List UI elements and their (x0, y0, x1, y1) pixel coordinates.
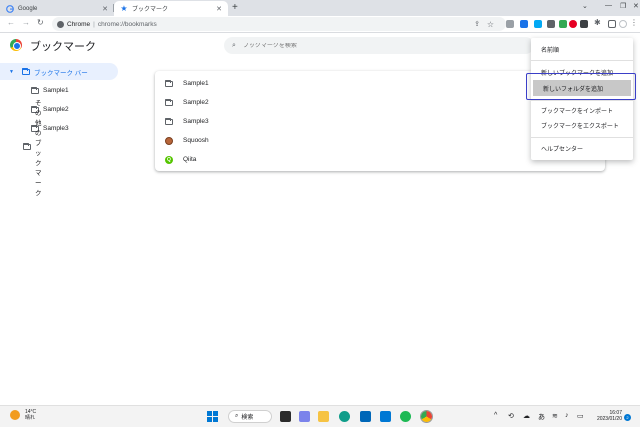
menu-divider (531, 137, 633, 138)
tab-title: Google (18, 5, 38, 12)
folder-icon (165, 79, 173, 87)
side-panel-icon[interactable] (608, 20, 616, 28)
sun-icon (10, 410, 20, 420)
wifi-icon[interactable]: ≋ (552, 412, 558, 420)
list-item-label: Sample1 (183, 80, 209, 87)
sync-icon[interactable]: ⟲ (508, 412, 514, 420)
menu-item-sort-by-name[interactable]: 名前順 (531, 41, 633, 57)
maximize-icon[interactable]: ❐ (620, 2, 626, 10)
search-input[interactable] (242, 42, 493, 49)
extension-icon[interactable] (506, 20, 514, 28)
star-icon: ★ (120, 4, 128, 13)
menu-divider (531, 100, 633, 101)
app-icon[interactable] (400, 411, 411, 422)
more-vert-icon[interactable]: ⋮ (630, 18, 638, 27)
list-item-label: Squoosh (183, 137, 209, 144)
share-icon[interactable]: ⇪ (474, 20, 480, 28)
store-icon[interactable] (360, 411, 371, 422)
folder-icon (165, 117, 173, 125)
chrome-site-icon (57, 20, 64, 28)
page-title: ブックマーク (30, 41, 96, 53)
url-text: chrome://bookmarks (97, 20, 157, 28)
list-item-label: Qiita (183, 156, 197, 163)
plus-icon[interactable]: + (232, 2, 238, 13)
sidebar-item-label: Sample1 (43, 87, 69, 94)
task-view-icon[interactable] (280, 411, 291, 422)
tab-bookmarks[interactable]: ★ ブックマーク ✕ (114, 1, 228, 16)
sidebar-item-label: Sample3 (43, 125, 69, 132)
pinterest-icon[interactable] (569, 20, 577, 28)
clock-date: 2023/01/20 (596, 416, 622, 422)
highlight-box (526, 73, 636, 100)
taskbar-search-label: 検索 (241, 415, 254, 421)
taskbar: 14°C 晴れ ⌕ 検索 ^ ⟲ ☁ あ ≋ ♪ ▭ 16:07 2023/01… (0, 405, 640, 427)
close-tab-icon[interactable]: ✕ (102, 5, 108, 13)
chevron-up-icon[interactable]: ^ (494, 412, 497, 419)
extension-icon[interactable] (534, 20, 542, 28)
extension-icon[interactable] (547, 20, 555, 28)
edge-icon[interactable] (339, 411, 350, 422)
chrome-logo-icon (10, 39, 22, 51)
address-separator: | (93, 20, 95, 28)
extension-icon[interactable] (580, 20, 588, 28)
reload-icon[interactable]: ↻ (37, 18, 44, 27)
clock[interactable]: 16:07 2023/01/20 (588, 410, 622, 422)
sidebar-item-label: その他のブックマーク (35, 99, 42, 197)
volume-icon[interactable]: ♪ (565, 412, 569, 419)
extension-icon[interactable] (559, 20, 567, 28)
avatar[interactable] (619, 20, 627, 28)
site-label: Chrome (67, 20, 91, 28)
folder-icon (23, 142, 31, 150)
tab-google[interactable]: Google ✕ (0, 1, 114, 16)
address-bar[interactable]: Chrome | chrome://bookmarks ⇪ ☆ (52, 17, 506, 31)
sidebar-item-bookmark-bar[interactable]: ▼ ブックマーク バー (0, 63, 118, 80)
menu-item-import[interactable]: ブックマークをインポート (531, 102, 633, 118)
chat-icon[interactable] (299, 411, 310, 422)
google-favicon-icon (6, 4, 14, 13)
close-window-icon[interactable]: ✕ (633, 2, 639, 10)
search-icon: ⌕ (235, 413, 239, 419)
chevron-down-icon[interactable]: ⌄ (582, 2, 588, 10)
puzzle-icon[interactable]: ✱ (594, 18, 602, 27)
cloud-icon[interactable]: ☁ (523, 412, 530, 420)
ime-icon[interactable]: あ (538, 412, 545, 422)
weather-condition: 晴れ (25, 415, 36, 421)
notification-badge[interactable]: 2 (624, 414, 631, 421)
taskbar-search-button[interactable]: ⌕ 検索 (228, 410, 272, 423)
forward-arrow-icon[interactable]: → (22, 18, 30, 27)
qiita-favicon-icon: Q (165, 155, 173, 164)
bookmark-star-icon[interactable]: ☆ (487, 20, 494, 29)
squoosh-favicon-icon (165, 136, 173, 145)
folder-icon (22, 67, 30, 75)
extension-icon[interactable] (520, 20, 528, 28)
sidebar-item-label: ブックマーク バー (34, 69, 88, 77)
search-box[interactable]: ⌕ (224, 37, 534, 54)
menu-item-help-center[interactable]: ヘルプセンター (531, 140, 633, 156)
tab-title: ブックマーク (132, 7, 169, 13)
menu-divider (531, 60, 633, 61)
file-explorer-icon[interactable] (318, 411, 329, 422)
back-arrow-icon[interactable]: ← (7, 18, 15, 27)
mail-icon[interactable] (380, 411, 391, 422)
tab-strip: Google ✕ ★ ブックマーク ✕ + ⌄ — ❐ ✕ (0, 0, 640, 16)
chrome-icon[interactable] (420, 410, 433, 423)
battery-icon[interactable]: ▭ (577, 412, 584, 420)
list-item-label: Sample2 (183, 99, 209, 106)
folder-icon (31, 86, 39, 94)
search-icon: ⌕ (232, 41, 236, 49)
expand-arrow-icon[interactable]: ▼ (9, 69, 14, 75)
menu-item-export[interactable]: ブックマークをエクスポート (531, 117, 633, 133)
list-item-label: Sample3 (183, 118, 209, 125)
weather-widget[interactable]: 14°C 晴れ (10, 409, 36, 421)
minimize-icon[interactable]: — (605, 2, 612, 9)
sidebar-item-label: Sample2 (43, 106, 69, 113)
close-tab-icon[interactable]: ✕ (216, 5, 222, 13)
browser-toolbar: ← → ↻ Chrome | chrome://bookmarks ⇪ ☆ ✱ … (0, 16, 640, 33)
windows-start-icon[interactable] (207, 411, 218, 422)
folder-icon (165, 98, 173, 106)
